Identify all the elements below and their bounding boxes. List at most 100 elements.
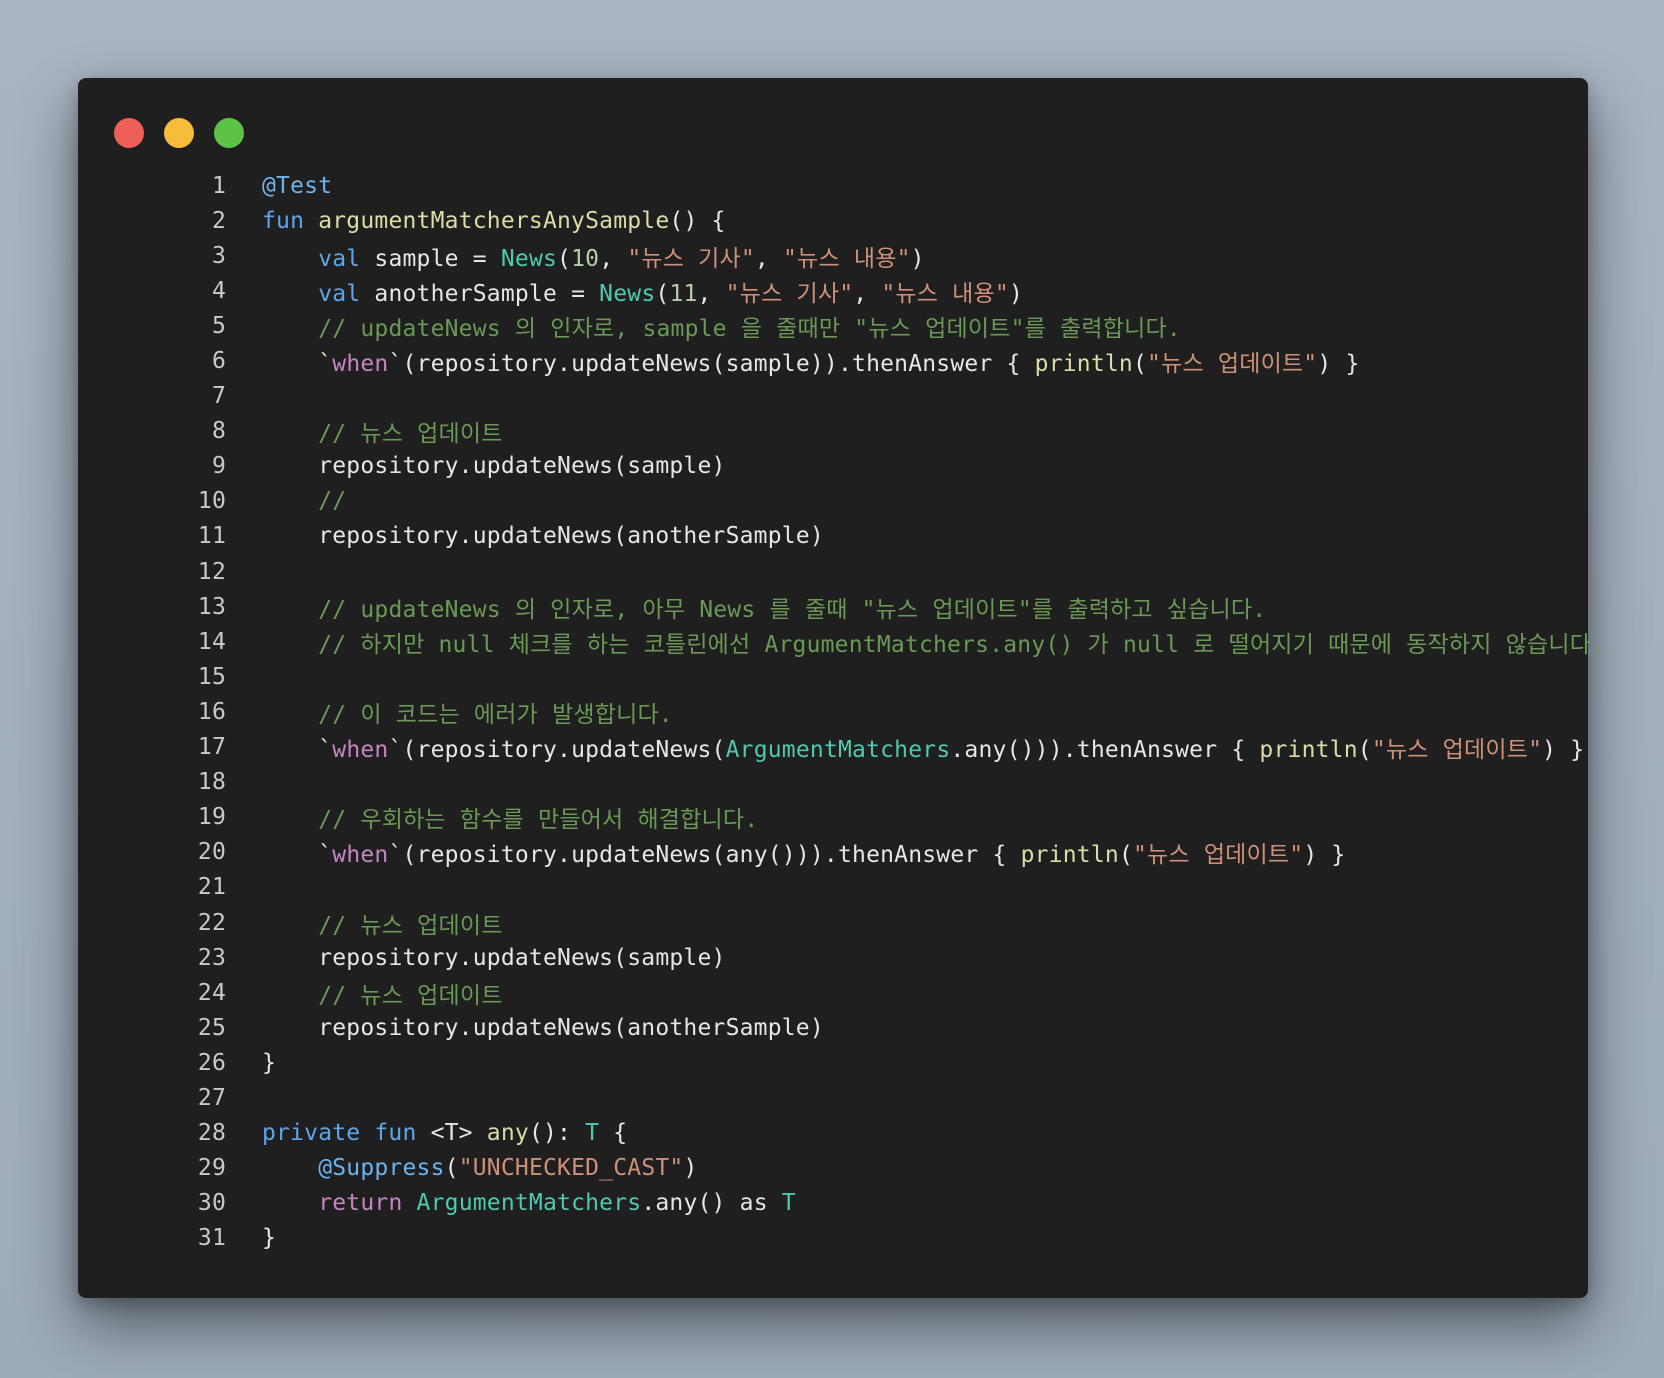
- code-token: `(repository.updateNews(: [388, 737, 726, 764]
- code-token: when: [332, 737, 389, 764]
- code-line: 3 val sample = News(10, "뉴스 기사", "뉴스 내용"…: [78, 238, 1588, 273]
- line-number: 6: [211, 348, 226, 375]
- code-token: ArgumentMatchers: [725, 737, 951, 764]
- line-number: 3: [211, 242, 226, 269]
- code-token: repository.updateNews(sample): [318, 944, 726, 971]
- code-line: 6 `when`(repository.updateNews(sample)).…: [78, 343, 1588, 378]
- window-controls: [114, 118, 244, 148]
- code-token: val: [318, 245, 375, 272]
- code-token: // 하지만 null 체크를 하는 코틀린에선 ArgumentMatcher…: [318, 631, 1606, 658]
- line-number: 7: [211, 383, 226, 410]
- code-token: // 이 코드는 에러가 발생합니다.: [318, 701, 673, 728]
- line-code: // 뉴스 업데이트: [226, 976, 503, 1010]
- line-code: // 뉴스 업데이트: [226, 414, 503, 448]
- code-line: 14 // 하지만 null 체크를 하는 코틀린에선 ArgumentMatc…: [78, 624, 1605, 659]
- code-token: ) }: [1303, 842, 1346, 869]
- code-token: fun: [262, 207, 319, 234]
- line-code: // 하지만 null 체크를 하는 코틀린에선 ArgumentMatcher…: [226, 625, 1605, 659]
- line-code: }: [226, 1225, 276, 1251]
- line-number: 11: [197, 523, 226, 550]
- code-token: // 뉴스 업데이트: [318, 912, 503, 939]
- code-token: ): [683, 1155, 698, 1182]
- code-token: any: [486, 1120, 529, 1147]
- line-number: 4: [211, 277, 226, 304]
- line-number: 13: [197, 593, 226, 620]
- line-code: // 뉴스 업데이트: [226, 906, 503, 940]
- line-number: 12: [197, 558, 226, 585]
- code-line: 10 //: [78, 484, 1588, 519]
- line-number: 27: [197, 1084, 226, 1111]
- code-token: argumentMatchersAnySample: [318, 207, 670, 234]
- code-token: //: [318, 488, 347, 515]
- code-token: `: [318, 842, 333, 869]
- code-token: "뉴스 내용": [783, 245, 911, 272]
- code-token: repository.updateNews(anotherSample): [318, 523, 824, 550]
- code-line: 26}: [78, 1045, 1588, 1080]
- code-line: 22 // 뉴스 업데이트: [78, 905, 1588, 940]
- line-code: // updateNews 의 인자로, 아무 News 를 줄때 "뉴스 업데…: [226, 590, 1266, 624]
- line-number: 19: [197, 804, 226, 831]
- code-token: .any())).thenAnswer {: [950, 737, 1260, 764]
- line-number: 24: [197, 979, 226, 1006]
- code-token: // 뉴스 업데이트: [318, 421, 503, 448]
- line-number: 15: [197, 663, 226, 690]
- code-token: 10: [571, 245, 600, 272]
- code-token: (: [1357, 737, 1372, 764]
- code-line: 7: [78, 379, 1588, 414]
- code-token: println: [1259, 737, 1358, 764]
- code-line: 2 fun argumentMatchersAnySample() {: [78, 203, 1588, 238]
- code-token: // updateNews 의 인자로, sample 을 줄때만 "뉴스 업데…: [318, 315, 1181, 342]
- code-token: ,: [599, 245, 628, 272]
- line-number: 28: [197, 1120, 226, 1147]
- line-number: 1: [211, 172, 226, 199]
- code-token: }: [262, 1225, 277, 1252]
- code-token: ) }: [1317, 351, 1360, 378]
- code-token: ArgumentMatchers: [416, 1190, 642, 1217]
- line-code: @Test: [226, 173, 332, 199]
- code-line: 16 // 이 코드는 에러가 발생합니다.: [78, 694, 1588, 729]
- code-line: 8 // 뉴스 업데이트: [78, 414, 1588, 449]
- code-token: `(repository.updateNews(any())).thenAnsw…: [388, 842, 1021, 869]
- code-line: 27: [78, 1080, 1588, 1115]
- line-number: 10: [197, 488, 226, 515]
- code-line: 30 return ArgumentMatchers.any() as T: [78, 1186, 1588, 1221]
- line-code: @Suppress("UNCHECKED_CAST"): [226, 1155, 698, 1181]
- line-number: 14: [197, 628, 226, 655]
- line-code: //: [226, 488, 346, 514]
- code-token: ) }: [1542, 737, 1585, 764]
- code-line: 13 // updateNews 의 인자로, 아무 News 를 줄때 "뉴스…: [78, 589, 1588, 624]
- code-token: @Test: [262, 172, 333, 199]
- code-token: ): [910, 245, 925, 272]
- line-number: 22: [197, 909, 226, 936]
- code-line: 19 // 우회하는 함수를 만들어서 해결합니다.: [78, 800, 1588, 835]
- code-token: when: [332, 842, 389, 869]
- close-button[interactable]: [114, 118, 144, 148]
- code-line: 5 // updateNews 의 인자로, sample 을 줄때만 "뉴스 …: [78, 308, 1588, 343]
- minimize-button[interactable]: [164, 118, 194, 148]
- code-line: 1 @Test: [78, 168, 1588, 203]
- code-token: () {: [669, 207, 726, 234]
- code-line: 21: [78, 870, 1588, 905]
- code-token: // 우회하는 함수를 만들어서 해결합니다.: [318, 807, 759, 834]
- code-token: (: [444, 1155, 459, 1182]
- maximize-button[interactable]: [214, 118, 244, 148]
- line-number: 2: [211, 207, 226, 234]
- line-code: // 이 코드는 에러가 발생합니다.: [226, 695, 673, 729]
- code-token: "뉴스 기사": [725, 280, 854, 307]
- code-line: 9 repository.updateNews(sample): [78, 449, 1588, 484]
- line-code: private fun <T> any(): T {: [226, 1120, 627, 1146]
- line-code: val sample = News(10, "뉴스 기사", "뉴스 내용"): [226, 239, 925, 273]
- code-line: 12: [78, 554, 1588, 589]
- code-token: News: [500, 245, 558, 272]
- code-line: 25 repository.updateNews(anotherSample): [78, 1010, 1588, 1045]
- code-token: @Suppress: [318, 1155, 445, 1182]
- code-token: News: [599, 280, 656, 307]
- code-token: "UNCHECKED_CAST": [458, 1155, 684, 1182]
